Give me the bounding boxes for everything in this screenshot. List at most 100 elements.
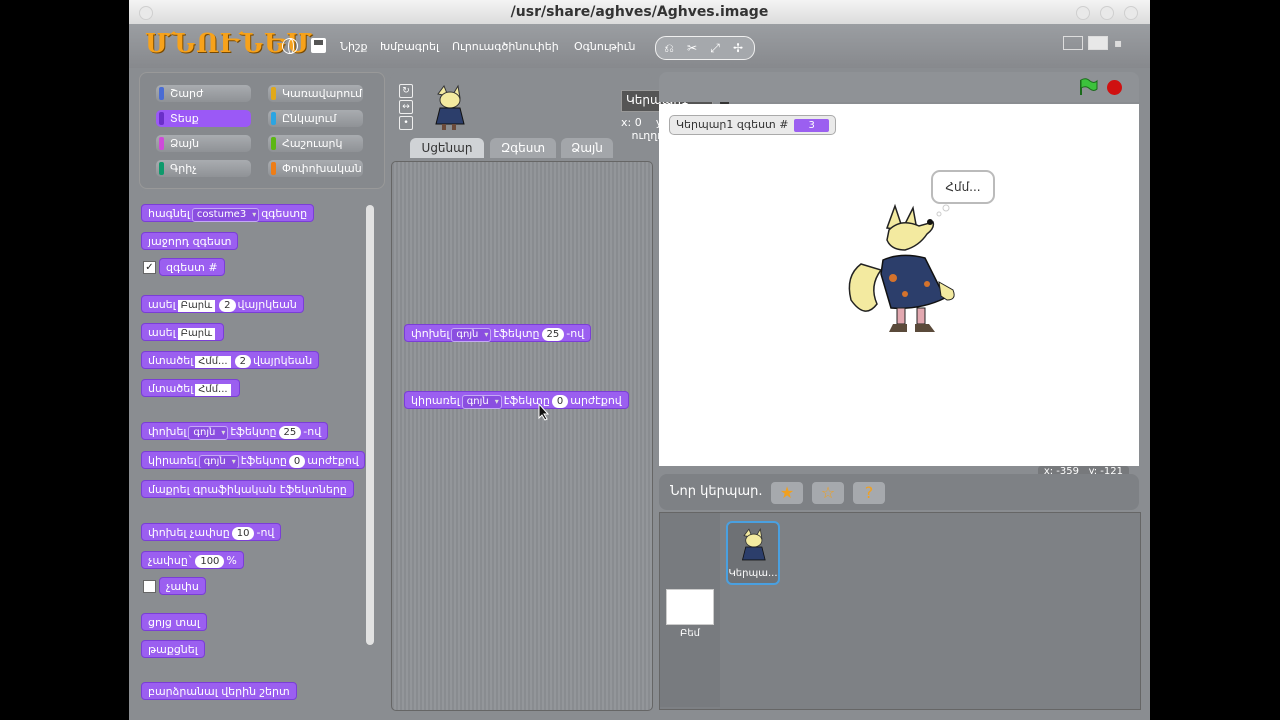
normal-stage-icon[interactable] — [1088, 36, 1108, 50]
size-amount-input[interactable]: 10 — [231, 527, 255, 540]
category-label: Ձայն — [170, 137, 200, 150]
palette-scrollbar[interactable] — [366, 205, 374, 645]
close-icon[interactable] — [1124, 6, 1138, 20]
effect-value-input[interactable]: 0 — [288, 455, 306, 468]
menu-bar: ՄՆՈՒՆԵՄ Նիշք Խմբագրել Ուրուագծինուփեի Օգ… — [129, 24, 1150, 68]
think-text-input[interactable]: Հմմ... — [195, 356, 231, 368]
effect-amount-input[interactable]: 25 — [278, 426, 302, 439]
block-text: -ով — [303, 425, 322, 438]
think-bubble: Հմմ... — [931, 170, 995, 204]
delete-scissors-icon[interactable]: ✂ — [685, 41, 699, 55]
watcher-value: 3 — [794, 119, 829, 132]
x-label: x: — [621, 116, 632, 129]
size-percent-input[interactable]: 100 — [195, 555, 225, 568]
block-say-for[interactable]: ասել Բարև 2 վայրկեան — [141, 295, 304, 313]
effect-dropdown[interactable]: գոյն — [451, 328, 492, 342]
maximize-icon[interactable] — [1100, 6, 1114, 20]
category-panel: Շարժ Կառավարում Տեսք Ընկալում Ձայն Հաշու… — [139, 72, 385, 189]
green-flag-icon[interactable] — [1078, 78, 1098, 96]
window-title: /usr/share/aghves/Aghves.image — [510, 4, 769, 20]
shrink-icon[interactable]: ✢ — [731, 41, 745, 55]
block-next-costume[interactable]: յաջորդ զգեստ — [141, 232, 239, 250]
category-looks[interactable]: Տեսք — [156, 110, 251, 127]
block-text: էֆեկտը — [493, 327, 540, 340]
say-text-input[interactable]: Բարև — [177, 328, 216, 340]
seconds-input[interactable]: 2 — [219, 299, 236, 312]
category-variables[interactable]: Փոփոխական — [268, 160, 363, 177]
block-go-to-front[interactable]: բարձրանալ վերին շերտ — [141, 682, 297, 700]
seconds-input[interactable]: 2 — [234, 355, 251, 368]
stop-sign-icon[interactable] — [1107, 80, 1122, 95]
effect-value-input[interactable]: 0 — [551, 395, 569, 408]
block-clear-effects[interactable]: մաքրել գրաֆիկական էֆեկտները — [141, 480, 354, 498]
costume-watcher[interactable]: Կերպար1 զգեստ # 3 — [669, 115, 836, 135]
sprite-thumb-item[interactable]: Կերպա... — [726, 521, 780, 585]
effect-dropdown[interactable]: գոյն — [188, 426, 229, 440]
effect-dropdown[interactable]: գոյն — [198, 455, 239, 468]
size-checkbox[interactable] — [143, 580, 156, 593]
block-text: փոխել չափսը — [148, 526, 230, 539]
choose-sprite-file-icon[interactable]: ☆ — [812, 482, 844, 504]
script-block-set-effect[interactable]: կիրառելգոյնէֆեկտը0արժէքով — [404, 391, 629, 409]
block-costume-num[interactable]: զգեստ # — [159, 258, 225, 276]
menu-help[interactable]: Օգնութիւն — [574, 40, 635, 53]
block-text: -ով — [256, 526, 275, 539]
block-size[interactable]: չափս — [159, 577, 206, 595]
paint-new-sprite-icon[interactable]: ★ — [771, 482, 803, 504]
category-sound[interactable]: Ձայն — [156, 135, 251, 152]
stage-thumbnail[interactable] — [666, 589, 714, 625]
block-switch-costume[interactable]: հագնելcostume3զգեստը — [141, 204, 315, 222]
block-text: չափսը` — [148, 554, 194, 567]
say-text-input[interactable]: Բարև — [177, 300, 216, 312]
menu-file[interactable]: Նիշք — [340, 40, 367, 53]
tab-sounds[interactable]: Ձայն — [561, 138, 613, 158]
stage-thumbnail-label: Բեմ — [680, 628, 700, 639]
small-stage-icon[interactable] — [1063, 36, 1083, 50]
menu-edit[interactable]: Խմբագրել — [380, 40, 439, 53]
block-think-for[interactable]: մտածել Հմմ... 2 վայրկեան — [141, 351, 320, 369]
fox-sprite[interactable] — [841, 200, 971, 340]
block-text: էֆեկտը — [240, 454, 287, 467]
block-show[interactable]: ցոյց տալ — [141, 613, 207, 631]
block-text: զգեստը — [261, 207, 308, 220]
category-label: Հաշուարկ — [282, 137, 343, 150]
block-change-size[interactable]: փոխել չափսը 10 -ով — [141, 523, 282, 541]
block-say[interactable]: ասել Բարև — [141, 323, 225, 341]
script-block-change-effect[interactable]: փոխելգոյնէֆեկտը25-ով — [404, 324, 592, 342]
watcher-label: Կերպար1 զգեստ # — [676, 118, 789, 131]
rotate-style-icon[interactable]: ↻ — [399, 84, 413, 98]
block-text: փոխել — [148, 425, 187, 438]
think-text-input[interactable]: Հմմ... — [195, 384, 231, 396]
menu-share[interactable]: Ուրուագծինուփեի — [452, 40, 559, 53]
minimize-icon[interactable] — [1076, 6, 1090, 20]
tab-scripts[interactable]: Սցենար — [410, 138, 484, 158]
presentation-mode-icon[interactable]: ▪ — [1114, 36, 1134, 50]
effect-dropdown[interactable]: գոյն — [461, 395, 502, 409]
random-sprite-icon[interactable]: ? — [853, 482, 885, 504]
category-label: Տեսք — [170, 112, 199, 125]
save-disk-icon[interactable] — [311, 38, 326, 53]
block-set-size[interactable]: չափսը` 100% — [141, 551, 244, 569]
tab-costumes[interactable]: Զգեստ — [490, 138, 556, 158]
block-hide[interactable]: թաքցնել — [141, 640, 205, 658]
costume-dropdown[interactable]: costume3 — [191, 208, 260, 222]
effect-amount-input[interactable]: 25 — [541, 328, 565, 341]
category-pen[interactable]: Գրիչ — [156, 160, 251, 177]
scripts-area[interactable] — [391, 161, 653, 711]
language-globe-icon[interactable] — [282, 38, 298, 54]
category-operators[interactable]: Հաշուարկ — [268, 135, 363, 152]
mouse-cursor-icon — [538, 403, 550, 421]
category-label: Փոփոխական — [282, 162, 362, 175]
flip-style-icon[interactable]: ↔ — [399, 100, 413, 114]
no-rotate-icon[interactable]: • — [399, 116, 413, 130]
block-text: ասել — [148, 298, 176, 311]
category-control[interactable]: Կառավարում — [268, 85, 363, 102]
block-set-effect[interactable]: կիրառելգոյնէֆեկտը0արժէքով — [141, 451, 365, 469]
grow-icon[interactable]: ⤢ — [708, 41, 722, 55]
costume-num-checkbox[interactable]: ✓ — [143, 261, 156, 274]
category-motion[interactable]: Շարժ — [156, 85, 251, 102]
block-think[interactable]: մտածել Հմմ... — [141, 379, 240, 397]
duplicate-stamp-icon[interactable]: ⎌ — [662, 41, 676, 55]
block-change-effect[interactable]: փոխելգոյնէֆեկտը25-ով — [141, 422, 329, 440]
category-sensing[interactable]: Ընկալում — [268, 110, 363, 127]
